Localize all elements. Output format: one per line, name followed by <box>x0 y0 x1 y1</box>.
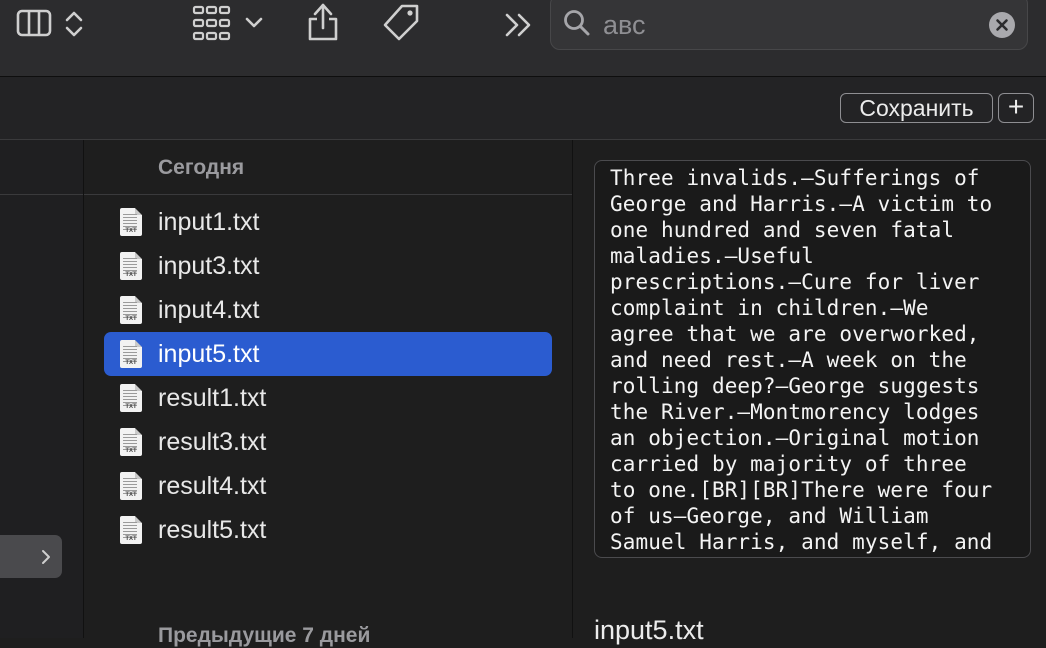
file-row[interactable]: TXT result1.txt <box>104 376 552 420</box>
preview-line: Samuel Harris, and myself, and <box>610 530 993 554</box>
chevron-down-icon[interactable] <box>244 16 264 30</box>
file-name: input4.txt <box>158 296 260 324</box>
file-row[interactable]: TXT input5.txt <box>104 332 552 376</box>
add-button[interactable]: + <box>998 93 1034 123</box>
file-name: result3.txt <box>158 428 267 456</box>
preview-line: rolling deep?—George suggests <box>610 374 980 398</box>
preview-text-box[interactable]: Three invalids.—Sufferings of George and … <box>594 160 1031 558</box>
text-file-icon: TXT <box>120 296 142 324</box>
preview-line: and need rest.—A week on the <box>610 348 967 372</box>
preview-line: maladies.—Useful <box>610 244 814 268</box>
file-row[interactable]: TXT result4.txt <box>104 464 552 508</box>
preview-line: of us—George, and William <box>610 504 929 528</box>
sidebar <box>0 140 84 638</box>
close-icon <box>996 19 1008 31</box>
text-file-icon: TXT <box>120 516 142 544</box>
preview-line: Three invalids.—Sufferings of <box>610 166 980 190</box>
text-file-icon: TXT <box>120 428 142 456</box>
file-name: input5.txt <box>158 340 260 368</box>
text-file-icon: TXT <box>120 252 142 280</box>
header-bar: Сохранить + <box>0 77 1046 140</box>
toolbar <box>0 0 1046 77</box>
file-name: result4.txt <box>158 472 267 500</box>
file-name: result5.txt <box>158 516 267 544</box>
preview-line: complaint in children.—We <box>610 296 929 320</box>
file-name: input3.txt <box>158 252 260 280</box>
file-name: input1.txt <box>158 208 260 236</box>
preview-line: George and Harris.—A victim to <box>610 192 993 216</box>
text-file-icon: TXT <box>120 472 142 500</box>
search-icon <box>564 10 590 36</box>
preview-line: prescriptions.—Cure for liver <box>610 270 980 294</box>
preview-line: the River.—Montmorency lodges <box>610 400 980 424</box>
file-list-pane: Сегодня TXT input1.txt TXT input3.txt TXT inp… <box>84 140 573 647</box>
divider <box>0 194 83 195</box>
chevron-right-icon <box>42 550 50 564</box>
text-file-icon: TXT <box>120 340 142 368</box>
file-row[interactable]: TXT result3.txt <box>104 420 552 464</box>
sort-chevrons-icon[interactable] <box>64 9 84 39</box>
search-input[interactable] <box>603 9 963 41</box>
preview-pane: Three invalids.—Sufferings of George and … <box>573 140 1046 645</box>
divider <box>84 194 572 195</box>
file-row[interactable]: TXT input3.txt <box>104 244 552 288</box>
tag-icon[interactable] <box>380 2 422 44</box>
preview-line: to one.[BR][BR]There were four <box>610 478 993 502</box>
file-row[interactable]: TXT input1.txt <box>104 200 552 244</box>
preview-line: Montmorency. We were sitting <box>610 555 1030 557</box>
preview-content: Three invalids.—Sufferings of George and … <box>610 165 1030 557</box>
preview-filename: input5.txt <box>594 615 704 645</box>
share-icon[interactable] <box>306 0 340 42</box>
file-row[interactable]: TXT result5.txt <box>104 508 552 552</box>
preview-line: carried by majority of three <box>610 452 967 476</box>
grid-view-icon[interactable] <box>192 5 232 41</box>
file-row[interactable]: TXT input4.txt <box>104 288 552 332</box>
search-field[interactable] <box>550 0 1028 50</box>
save-button[interactable]: Сохранить <box>840 93 993 123</box>
preview-line: one hundred and seven fatal <box>610 218 955 242</box>
clear-search-button[interactable] <box>989 12 1015 38</box>
more-chevrons-icon[interactable] <box>504 12 534 38</box>
text-file-icon: TXT <box>120 208 142 236</box>
section-header-today: Сегодня <box>158 156 245 179</box>
text-file-icon: TXT <box>120 384 142 412</box>
preview-line: an objection.—Original motion <box>610 426 980 450</box>
file-name: result1.txt <box>158 384 267 412</box>
preview-line: agree that we are overworked, <box>610 322 980 346</box>
columns-view-icon[interactable] <box>16 9 52 37</box>
sidebar-selected-item[interactable] <box>0 535 62 578</box>
section-header-previous: Предыдущие 7 дней <box>158 624 371 647</box>
